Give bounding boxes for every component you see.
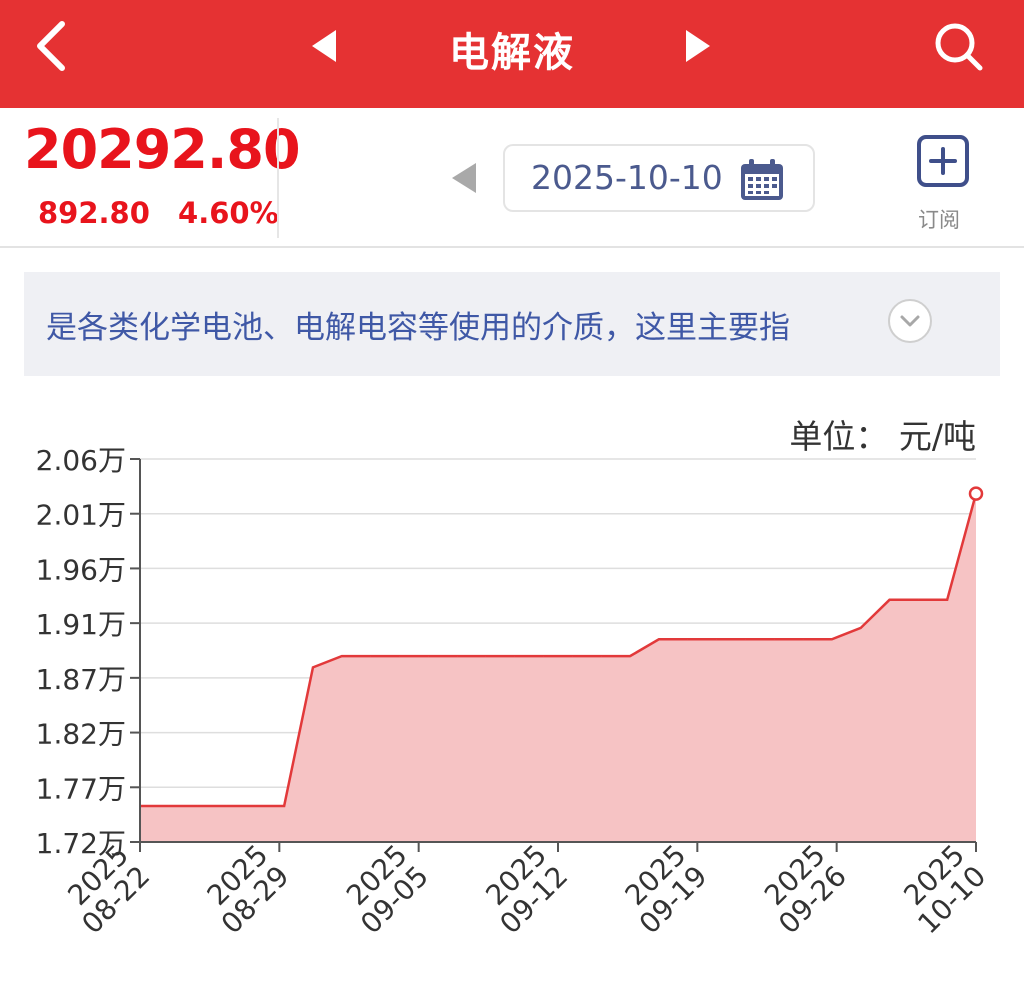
subscribe-plus-icon[interactable] <box>916 134 970 188</box>
y-tick-label: 1.82万 <box>36 718 126 751</box>
calendar-icon <box>739 158 785 202</box>
x-tick-label: 202509-19 <box>612 838 714 940</box>
chart-unit-label: 单位： 元/吨 <box>789 410 976 458</box>
x-tick-label: 202508-29 <box>194 838 296 940</box>
current-price: 20292.80 <box>24 118 300 181</box>
series-area <box>140 494 976 842</box>
y-tick-label: 1.77万 <box>36 772 126 805</box>
vertical-divider <box>277 118 279 238</box>
y-tick-label: 2.06万 <box>36 444 126 477</box>
price-chart-area: 单位： 元/吨 2.06万2.01万1.96万1.91万1.87万1.82万1.… <box>0 396 1024 983</box>
price-chart: 2.06万2.01万1.96万1.91万1.87万1.82万1.77万1.72万… <box>0 396 1024 983</box>
y-tick-label: 2.01万 <box>36 499 126 532</box>
previous-date-icon[interactable] <box>448 160 478 196</box>
search-icon[interactable] <box>930 18 986 74</box>
quote-panel: 20292.80 892.80 4.60% 2025-10-10 订阅 <box>0 108 1024 248</box>
x-tick-label: 202510-10 <box>890 838 992 940</box>
description-text: 是各类化学电池、电解电容等使用的介质，这里主要指 <box>46 302 790 347</box>
y-tick-label: 1.87万 <box>36 663 126 696</box>
last-data-point <box>970 488 982 500</box>
selected-date: 2025-10-10 <box>531 158 723 197</box>
description-box: 是各类化学电池、电解电容等使用的介质，这里主要指 <box>24 272 1000 376</box>
y-tick-label: 1.91万 <box>36 608 126 641</box>
date-picker[interactable]: 2025-10-10 <box>503 144 815 212</box>
page-title: 电解液 <box>0 20 1024 78</box>
price-change-percent: 4.60% <box>178 196 279 230</box>
chevron-down-icon[interactable] <box>887 298 933 344</box>
price-change-row: 892.80 4.60% <box>38 196 297 230</box>
price-change: 892.80 <box>38 196 150 230</box>
x-tick-label: 202509-26 <box>751 838 853 940</box>
x-tick-label: 202509-12 <box>472 838 574 940</box>
subscribe-label[interactable]: 订阅 <box>918 204 960 234</box>
x-tick-label: 202509-05 <box>333 838 435 940</box>
y-tick-label: 1.96万 <box>36 553 126 586</box>
app-header: 电解液 <box>0 0 1024 108</box>
next-item-icon[interactable] <box>684 28 714 64</box>
